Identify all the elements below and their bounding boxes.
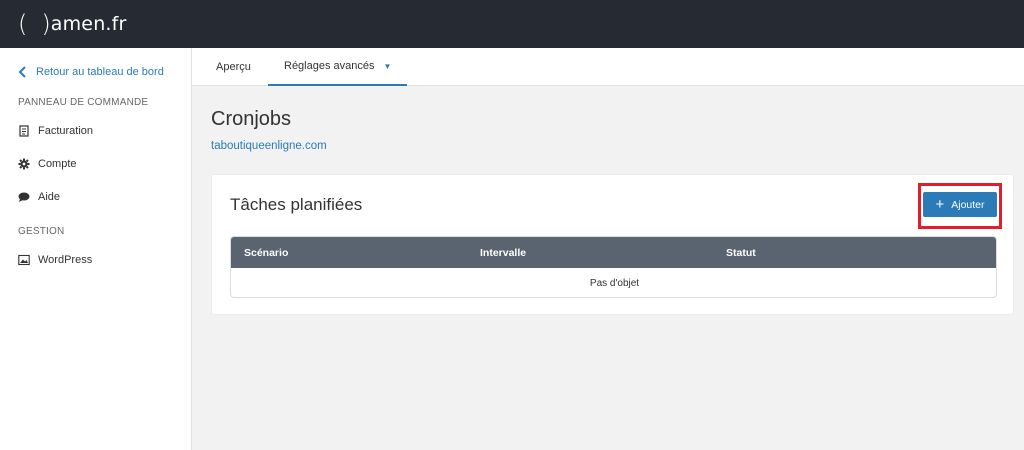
add-button[interactable]: + Ajouter — [923, 192, 997, 217]
chat-bubble-icon — [18, 191, 30, 203]
column-header-statut[interactable]: Statut — [726, 237, 756, 268]
brand-name: amen.fr — [50, 13, 127, 35]
table-header: Scénario Intervalle Statut — [231, 237, 996, 268]
column-header-intervalle[interactable]: Intervalle — [480, 237, 526, 268]
page-title: Cronjobs — [211, 108, 292, 130]
back-link-label: Retour au tableau de bord — [36, 66, 164, 78]
tab-label: Aperçu — [216, 61, 251, 73]
top-bar: ( ) amen.fr — [0, 0, 1024, 48]
column-header-scenario[interactable]: Scénario — [244, 237, 288, 268]
back-to-dashboard-link[interactable]: Retour au tableau de bord — [18, 66, 164, 78]
card-title: Tâches planifiées — [230, 195, 363, 214]
tab-reglages-avances[interactable]: Réglages avancés ▼ — [268, 48, 408, 86]
gear-icon — [18, 158, 30, 170]
invoice-icon — [18, 125, 30, 137]
sidebar-item-label: Facturation — [38, 125, 94, 137]
sidebar-item-compte[interactable]: Compte — [18, 158, 77, 170]
plus-icon: + — [935, 196, 945, 213]
image-icon — [18, 254, 30, 266]
tab-bar: Aperçu Réglages avancés ▼ — [192, 48, 1024, 86]
scheduled-tasks-card: Tâches planifiées + Ajouter Scénario Int… — [211, 174, 1014, 315]
sidebar-item-wordpress[interactable]: WordPress — [18, 254, 92, 266]
section-title-panneau: PANNEAU DE COMMANDE — [18, 97, 149, 108]
add-button-label: Ajouter — [951, 198, 985, 211]
sidebar-item-label: Compte — [38, 158, 77, 170]
tab-apercu[interactable]: Aperçu — [216, 48, 251, 86]
section-title-gestion: GESTION — [18, 226, 65, 237]
sidebar-item-label: Aide — [38, 191, 61, 203]
logo-open-paren: ( — [18, 10, 28, 38]
sidebar-item-aide[interactable]: Aide — [18, 191, 60, 203]
chevron-left-icon — [18, 66, 26, 78]
caret-down-icon: ▼ — [383, 61, 392, 71]
brand-logo[interactable]: ( ) amen.fr — [18, 12, 127, 36]
tab-label: Réglages avancés — [284, 60, 375, 72]
sidebar-item-label: WordPress — [38, 254, 93, 266]
logo-close-paren: ) — [41, 10, 51, 38]
domain-link[interactable]: taboutiqueenligne.com — [211, 140, 327, 152]
empty-state-message: Pas d'objet — [589, 278, 640, 289]
tasks-table: Scénario Intervalle Statut Pas d'objet — [230, 236, 997, 298]
sidebar: Retour au tableau de bord PANNEAU DE COM… — [0, 48, 192, 450]
sidebar-item-facturation[interactable]: Facturation — [18, 125, 93, 137]
